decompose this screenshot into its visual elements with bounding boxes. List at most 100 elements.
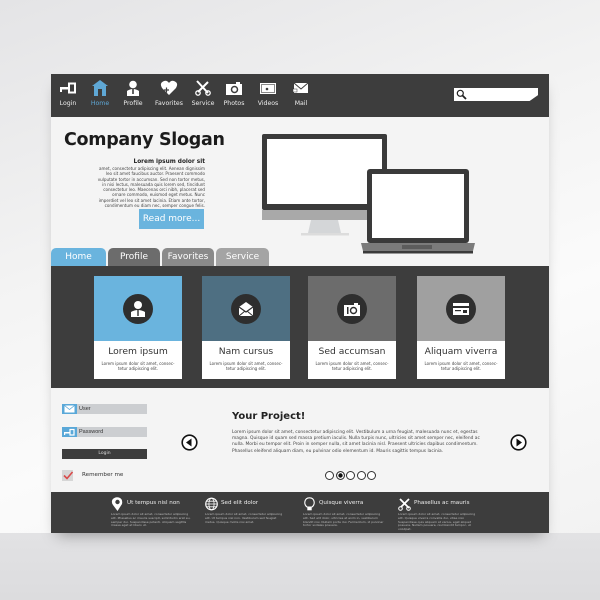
- nav-label: Photos: [223, 100, 245, 107]
- card-header: [308, 276, 396, 341]
- footer-title: Phasellus ac mauris: [414, 500, 470, 506]
- home-icon: [92, 80, 108, 96]
- hero-body-text: amet, consectetur adipiscing elit. Aenea…: [97, 166, 205, 209]
- footer-title: Quisque viverra: [319, 500, 364, 506]
- pagination-dot-5[interactable]: [367, 471, 376, 480]
- nav-item-favorites[interactable]: Favorites: [152, 80, 186, 107]
- nav-label: Home: [90, 100, 110, 107]
- key-icon: [60, 82, 76, 94]
- remember-me-checkbox[interactable]: Remember me: [62, 470, 152, 482]
- nav-item-login[interactable]: Login: [51, 80, 85, 107]
- previous-arrow-icon[interactable]: [181, 434, 198, 451]
- feature-card[interactable]: Nam cursus Lorem ipsum dolor sit amet, c…: [202, 276, 290, 379]
- card-header: [417, 276, 505, 341]
- hero-subtitle: Lorem ipsum dolor sit: [133, 159, 206, 165]
- background-floor: [0, 533, 600, 600]
- footer-text: Lorem ipsum dolor sit amet, consectetur …: [303, 512, 384, 528]
- credit-card-icon: [453, 303, 469, 315]
- search-box[interactable]: [454, 88, 538, 101]
- footer-title: Ut tempus nisl non: [127, 500, 180, 506]
- tab-home[interactable]: Home: [51, 248, 106, 266]
- nav-label: Mail: [294, 100, 308, 107]
- slider-pagination: [325, 465, 378, 480]
- card-header: [202, 276, 290, 341]
- mail-icon: [292, 82, 309, 93]
- user-icon: [127, 80, 139, 96]
- key-icon: [64, 428, 75, 436]
- user-input[interactable]: [79, 404, 145, 414]
- camera-icon: [344, 303, 360, 316]
- nav-item-mail[interactable]: Mail: [284, 80, 318, 107]
- footer-text: Lorem ipsum dolor sit amet, consectetur …: [111, 512, 191, 528]
- search-input[interactable]: [468, 88, 534, 101]
- wrench-screwdriver-icon: [195, 80, 211, 96]
- tools-icon: [398, 498, 411, 511]
- globe-icon: [205, 497, 218, 511]
- user-icon: [131, 301, 145, 317]
- nav-label: Favorites: [155, 100, 183, 107]
- heart-icon: [160, 80, 178, 95]
- field-icon: [62, 404, 77, 414]
- feature-band: Lorem ipsum Lorem ipsum dolor sit amet, …: [51, 266, 549, 388]
- card-description: Lorem ipsum dolor sit amet, consec-tetur…: [101, 361, 175, 371]
- card-icon-circle: [231, 294, 261, 324]
- card-title: Nam cursus: [218, 346, 274, 357]
- card-description: Lorem ipsum dolor sit amet, consec-tetur…: [424, 361, 498, 371]
- nav-item-videos[interactable]: Videos: [251, 80, 285, 107]
- company-slogan: Company Slogan: [64, 130, 225, 150]
- remember-me-label: Remember me: [82, 472, 124, 478]
- tab-profile[interactable]: Profile: [108, 248, 160, 266]
- tab-service[interactable]: Service: [216, 248, 269, 266]
- login-button[interactable]: Login: [62, 449, 147, 459]
- location-pin-icon: [111, 497, 123, 511]
- project-title: Your Project!: [232, 411, 306, 422]
- footer-title: Sed elit dolor: [221, 500, 259, 506]
- password-field[interactable]: [62, 427, 147, 437]
- pagination-dot-1[interactable]: [325, 471, 334, 480]
- feature-card[interactable]: Sed accumsan Lorem ipsum dolor sit amet,…: [308, 276, 396, 379]
- nav-label: Profile: [123, 100, 143, 107]
- website-template: Login Home Profile Favorites Service Pho…: [51, 74, 549, 533]
- read-more-button[interactable]: Read more...: [139, 209, 204, 229]
- footer-text: Lorem ipsum dolor sit amet, consectetur …: [205, 512, 283, 524]
- nav-item-service[interactable]: Service: [186, 80, 220, 107]
- top-navbar: Login Home Profile Favorites Service Pho…: [51, 74, 549, 117]
- lightbulb-icon: [304, 497, 315, 511]
- pagination-dot-3[interactable]: [346, 471, 355, 480]
- password-input[interactable]: [79, 427, 145, 437]
- video-icon: [260, 83, 276, 94]
- field-icon: [62, 427, 77, 437]
- camera-icon: [226, 82, 242, 95]
- nav-item-photos[interactable]: Photos: [217, 80, 251, 107]
- checkbox[interactable]: [62, 470, 73, 481]
- devices-illustration: [262, 134, 475, 254]
- card-icon-circle: [446, 294, 476, 324]
- card-title: Aliquam viverra: [424, 346, 498, 357]
- card-header: [94, 276, 182, 341]
- card-icon-circle: [337, 294, 367, 324]
- footer-text: Lorem ipsum dolor sit amet, consectetur …: [398, 512, 476, 532]
- nav-label: Videos: [257, 100, 279, 107]
- nav-label: Login: [59, 100, 77, 107]
- nav-label: Service: [191, 100, 215, 107]
- pagination-dot-2[interactable]: [335, 471, 345, 480]
- feature-card[interactable]: Lorem ipsum Lorem ipsum dolor sit amet, …: [94, 276, 182, 379]
- next-arrow-icon[interactable]: [510, 434, 527, 451]
- nav-item-home[interactable]: Home: [83, 80, 117, 107]
- nav-item-profile[interactable]: Profile: [116, 80, 150, 107]
- project-body-text: Lorem ipsum dolor sit amet, consectetur …: [232, 430, 480, 454]
- checkmark-icon: [63, 471, 73, 480]
- card-title: Sed accumsan: [318, 346, 386, 357]
- card-description: Lorem ipsum dolor sit amet, consec-tetur…: [315, 361, 389, 371]
- card-title: Lorem ipsum: [108, 346, 168, 357]
- tab-favorites[interactable]: Favorites: [162, 248, 214, 266]
- user-field[interactable]: [62, 404, 147, 414]
- search-icon: [456, 89, 467, 100]
- card-icon-circle: [123, 294, 153, 324]
- feature-card[interactable]: Aliquam viverra Lorem ipsum dolor sit am…: [417, 276, 505, 379]
- mail-icon: [64, 405, 75, 413]
- card-description: Lorem ipsum dolor sit amet, consec-tetur…: [209, 361, 283, 371]
- pagination-dot-4[interactable]: [356, 471, 366, 480]
- laptop: [361, 169, 475, 254]
- open-mail-icon: [238, 302, 254, 317]
